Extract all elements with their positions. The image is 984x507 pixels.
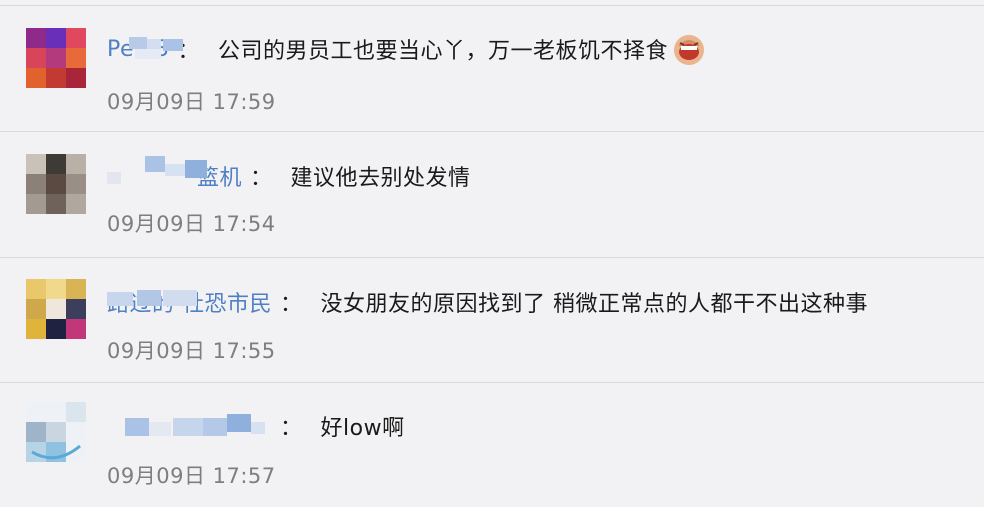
username-link[interactable]: Pe x3 bbox=[107, 36, 183, 62]
username: 篮机 bbox=[197, 166, 243, 191]
timestamp: 09月09日 17:59 bbox=[107, 90, 276, 114]
comment-item: Pe x3 ： 公司的男员工也要当心丫，万一老板饥不择食 09月09日 17:5… bbox=[0, 0, 984, 125]
divider bbox=[0, 382, 984, 383]
avatar[interactable] bbox=[26, 28, 86, 88]
avatar[interactable] bbox=[26, 154, 86, 214]
comment-text: 建议他去别处发情 bbox=[290, 166, 471, 191]
comment-item: ： 好low啊 09月09日 17:57 bbox=[0, 382, 984, 507]
colon: ： bbox=[250, 166, 273, 191]
laughing-face-emoji-icon bbox=[674, 35, 705, 65]
comment-text: 好low啊 bbox=[320, 416, 405, 441]
timestamp: 09月09日 17:55 bbox=[107, 339, 276, 363]
comment-line: ： 好low啊 bbox=[107, 406, 974, 446]
comment-item: 路过的 社恐市民 ： 没女朋友的原因找到了 稍微正常点的人都干不出这种事 09月… bbox=[0, 257, 984, 382]
comment-list: Pe x3 ： 公司的男员工也要当心丫，万一老板饥不择食 09月09日 17:5… bbox=[0, 0, 984, 502]
username: 路过的 社恐市民 bbox=[107, 292, 272, 317]
divider bbox=[0, 257, 984, 258]
comment-line: Pe x3 ： 公司的男员工也要当心丫，万一老板饥不择食 bbox=[107, 29, 974, 69]
divider bbox=[0, 5, 984, 6]
timestamp: 09月09日 17:57 bbox=[107, 464, 276, 488]
comment-text: 公司的男员工也要当心丫，万一老板饥不择食 bbox=[218, 39, 669, 64]
avatar[interactable] bbox=[26, 402, 86, 462]
avatar[interactable] bbox=[26, 279, 86, 339]
colon: ： bbox=[280, 416, 303, 441]
username-mosaic bbox=[107, 156, 207, 184]
username-link[interactable]: 路过的 社恐市民 bbox=[107, 286, 272, 318]
avatar-image bbox=[26, 154, 86, 214]
username-link[interactable] bbox=[107, 408, 272, 444]
timestamp: 09月09日 17:54 bbox=[107, 212, 276, 236]
username-mosaic bbox=[125, 414, 265, 436]
comment-text: 没女朋友的原因找到了 稍微正常点的人都干不出这种事 bbox=[320, 292, 869, 317]
avatar-image bbox=[26, 279, 86, 339]
comment-line: 路过的 社恐市民 ： 没女朋友的原因找到了 稍微正常点的人都干不出这种事 bbox=[107, 282, 974, 322]
avatar-image bbox=[26, 28, 86, 88]
username: Pe x3 bbox=[107, 36, 170, 62]
colon: ： bbox=[280, 292, 303, 317]
colon: ： bbox=[177, 39, 201, 64]
username-link[interactable]: 篮机 bbox=[107, 156, 243, 192]
comment-line: 篮机 ： 建议他去别处发情 bbox=[107, 156, 974, 196]
divider bbox=[0, 131, 984, 132]
comment-item: 篮机 ： 建议他去别处发情 09月09日 17:54 bbox=[0, 131, 984, 256]
avatar-image bbox=[26, 402, 86, 462]
